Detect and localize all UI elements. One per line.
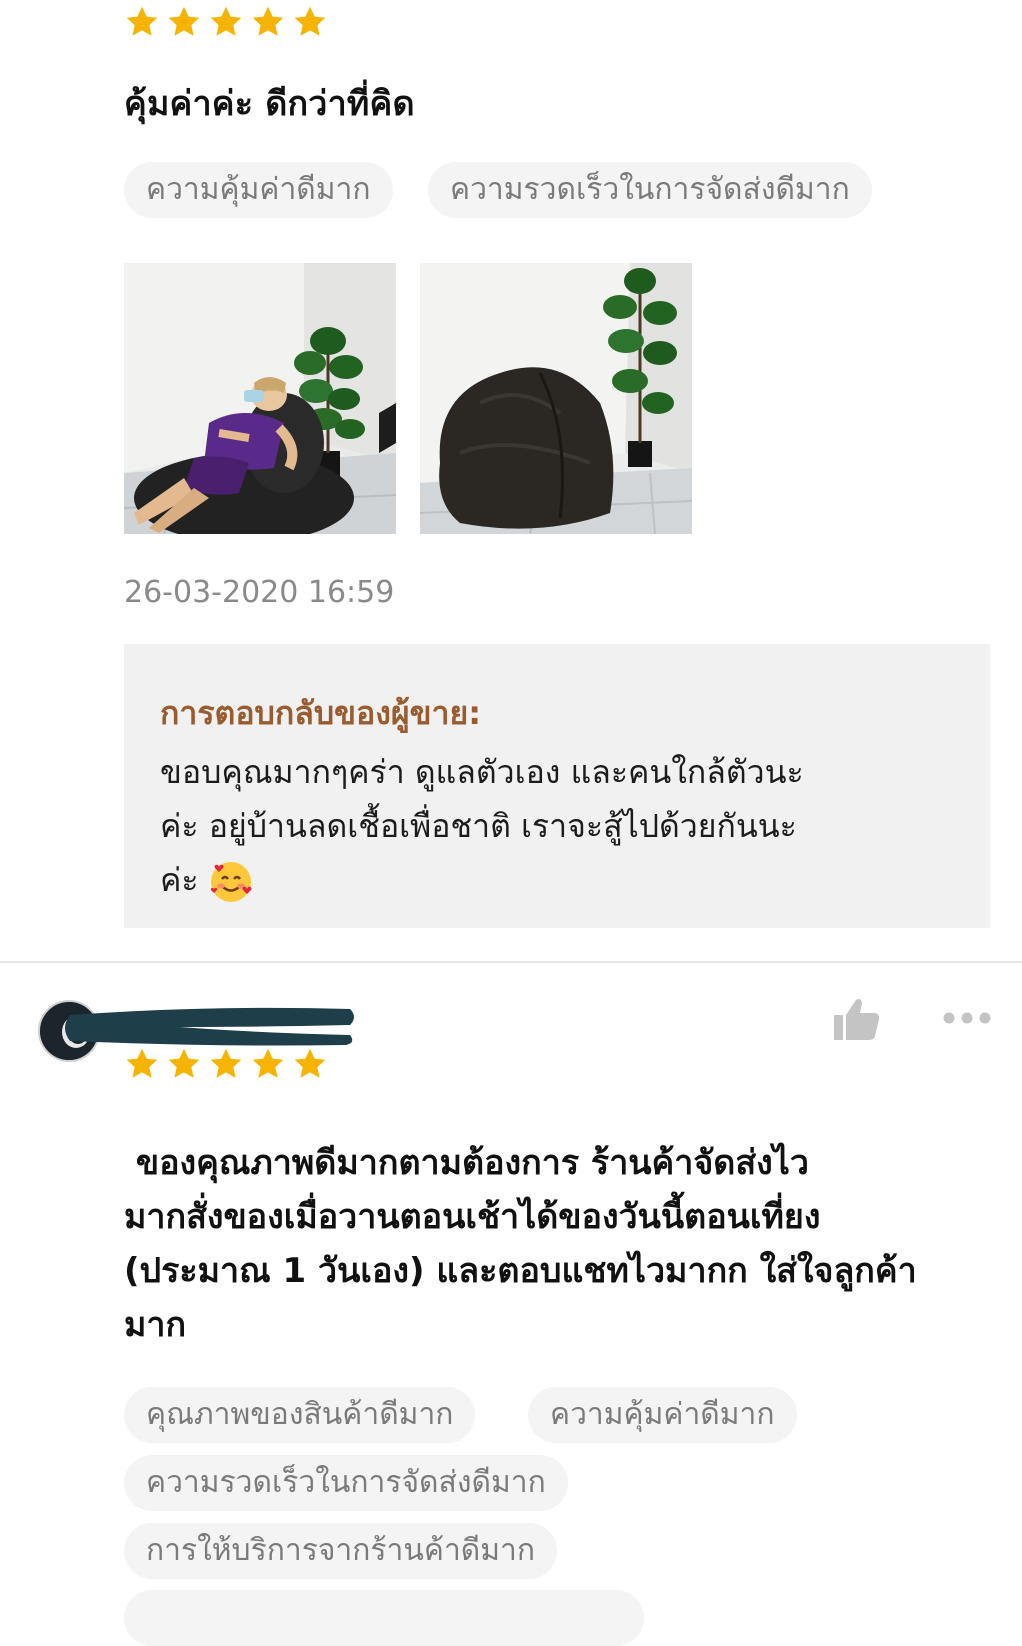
star-icon: [168, 1048, 200, 1078]
seller-reply-line: ค่ะ อยู่บ้านลดเชื้อเพื่อชาติ เราจะสู้ไปด…: [160, 807, 797, 845]
seller-reply-heading: การตอบกลับของผู้ขาย:: [160, 694, 481, 732]
review-tag: ความรวดเร็วในการจัดส่งดีมาก: [124, 1455, 568, 1511]
review-text-line: มาก: [124, 1305, 187, 1345]
star-icon: [168, 6, 200, 36]
review-text: ของคุณภาพดีมากตามต้องการ ร้านค้าจัดส่งไว…: [124, 1136, 994, 1352]
rating-stars: [124, 4, 328, 40]
star-icon: [294, 1048, 326, 1078]
star-icon: [210, 6, 242, 36]
review-tag: ความรวดเร็วในการจัดส่งดีมาก: [428, 162, 872, 218]
star-icon: [126, 6, 158, 36]
smiling-face-with-hearts-icon: [210, 862, 252, 902]
review-tag: ความคุ้มค่าดีมาก: [124, 162, 393, 218]
more-options-icon[interactable]: [942, 1011, 992, 1025]
star-icon: [252, 6, 284, 36]
review-tag: คุณภาพของสินค้าดีมาก: [124, 1387, 476, 1443]
thumbs-up-icon[interactable]: [834, 998, 880, 1040]
redacted-username: [65, 1007, 354, 1046]
star-icon: [294, 6, 326, 36]
star-icon: [252, 1048, 284, 1078]
review-divider: [0, 961, 1022, 963]
review-tag: ความคุ้มค่าดีมาก: [528, 1387, 797, 1443]
seller-reply-text: ขอบคุณมากๆคร่า ดูแลตัวเอง และคนใกล้ตัวนะ…: [160, 745, 954, 907]
review-tag-partial: [124, 1590, 644, 1646]
review-text-line: ของคุณภาพดีมากตามต้องการ ร้านค้าจัดส่งไว: [124, 1143, 809, 1183]
review-photo[interactable]: [420, 263, 692, 534]
seller-reply: การตอบกลับของผู้ขาย: ขอบคุณมากๆคร่า ดูแล…: [124, 644, 990, 928]
review-tag: การให้บริการจากร้านค้าดีมาก: [124, 1523, 558, 1579]
star-icon: [210, 1048, 242, 1078]
seller-reply-line-last: ค่ะ: [160, 853, 954, 907]
seller-reply-line: ค่ะ: [160, 861, 199, 899]
review-title: คุ้มค่าค่ะ ดีกว่าที่คิด: [124, 84, 415, 124]
seller-reply-line: ขอบคุณมากๆคร่า ดูแลตัวเอง และคนใกล้ตัวนะ: [160, 753, 804, 791]
review-text-line: มากสั่งของเมื่อวานตอนเช้าได้ของวันนี้ตอน…: [124, 1197, 821, 1237]
review-text-line: (ประมาณ 1 วันเอง) และตอบแชทไวมากก ใส่ใจล…: [124, 1251, 917, 1291]
review-timestamp: 26-03-2020 16:59: [124, 575, 395, 610]
star-icon: [126, 1048, 158, 1078]
review-photo[interactable]: [124, 263, 396, 534]
rating-stars: [124, 1046, 328, 1082]
